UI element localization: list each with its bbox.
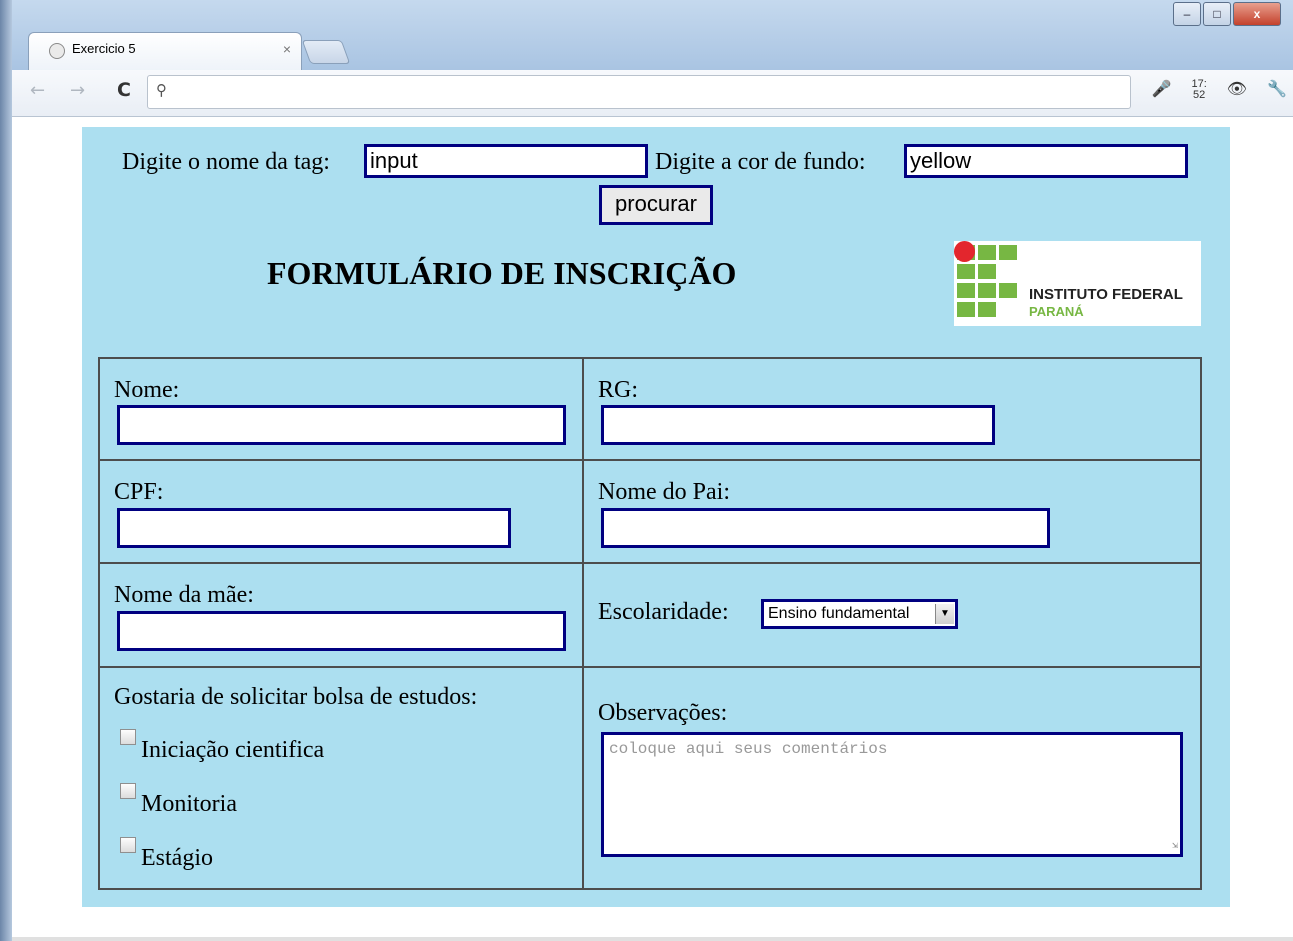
microphone-icon[interactable]: 🎤: [1152, 79, 1172, 101]
cell-nome-pai: Nome do Pai:: [582, 459, 1202, 564]
table-row: CPF: Nome do Pai:: [98, 459, 1202, 564]
clock-extension-icon[interactable]: 17: 52: [1191, 79, 1206, 101]
desktop-edge: [0, 0, 12, 941]
address-bar[interactable]: ⚲: [147, 75, 1131, 109]
table-row: Nome: RG:: [98, 357, 1202, 461]
page-title: FORMULÁRIO DE INSCRIÇÃO: [267, 255, 737, 291]
escolaridade-selected: Ensino fundamental: [768, 605, 910, 622]
cell-observacoes: Observações: coloque aqui seus comentári…: [582, 666, 1202, 890]
observacoes-placeholder: coloque aqui seus comentários: [609, 740, 888, 758]
resize-grip-icon[interactable]: ⇲: [1172, 840, 1178, 852]
monitoria-checkbox[interactable]: [120, 783, 136, 799]
estagio-label: Estágio: [141, 845, 213, 871]
forward-arrow-icon[interactable]: →: [70, 80, 85, 101]
escolaridade-label: Escolaridade:: [598, 599, 729, 625]
observacoes-textarea[interactable]: coloque aqui seus comentários ⇲: [601, 732, 1183, 857]
globe-icon: [49, 43, 65, 59]
back-arrow-icon[interactable]: ←: [30, 80, 45, 101]
logo-text-line2: PARANÁ: [1029, 304, 1084, 319]
logo-red-dot: [954, 241, 975, 262]
minimize-button[interactable]: –: [1173, 2, 1201, 26]
cpf-input[interactable]: [117, 508, 511, 548]
tag-name-input[interactable]: [364, 144, 648, 178]
new-tab-button[interactable]: [301, 40, 351, 64]
cell-nome-mae: Nome da mãe:: [98, 562, 584, 668]
close-window-button[interactable]: x: [1233, 2, 1281, 26]
cell-rg: RG:: [582, 357, 1202, 461]
cell-escolaridade: Escolaridade: Ensino fundamental ▼: [582, 562, 1202, 668]
content-panel: Digite o nome da tag: Digite a cor de fu…: [82, 127, 1230, 907]
observacoes-label: Observações:: [598, 700, 728, 726]
nome-pai-input[interactable]: [601, 508, 1050, 548]
cell-bolsa: Gostaria de solicitar bolsa de estudos: …: [98, 666, 584, 890]
nome-input[interactable]: [117, 405, 566, 445]
reload-icon[interactable]: C: [117, 79, 131, 101]
nome-mae-input[interactable]: [117, 611, 566, 651]
iniciacao-checkbox[interactable]: [120, 729, 136, 745]
nome-label: Nome:: [114, 377, 180, 403]
cell-nome: Nome:: [98, 357, 584, 461]
browser-toolbar: ← → C ⚲ 🎤 17: 52 👁 🔧: [12, 70, 1293, 117]
bg-color-label: Digite a cor de fundo:: [655, 149, 866, 175]
search-icon: ⚲: [156, 81, 167, 99]
tab-close-icon[interactable]: ×: [283, 41, 291, 57]
nome-mae-label: Nome da mãe:: [114, 582, 254, 608]
iniciacao-label: Iniciação cientifica: [141, 737, 325, 763]
estagio-checkbox[interactable]: [120, 837, 136, 853]
registration-form-table: Nome: RG: CPF: Nome do Pai: Nome da mãe:…: [98, 357, 1202, 890]
tag-name-label: Digite o nome da tag:: [122, 149, 330, 175]
table-row: Gostaria de solicitar bolsa de estudos: …: [98, 666, 1202, 890]
cell-cpf: CPF:: [98, 459, 584, 564]
table-row: Nome da mãe: Escolaridade: Ensino fundam…: [98, 562, 1202, 668]
nome-pai-label: Nome do Pai:: [598, 479, 730, 505]
bg-color-input[interactable]: [904, 144, 1188, 178]
bottom-edge: [12, 937, 1293, 941]
rg-label: RG:: [598, 377, 639, 403]
eye-icon[interactable]: 👁: [1227, 79, 1247, 101]
maximize-button[interactable]: □: [1203, 2, 1231, 26]
logo-text-line1: INSTITUTO FEDERAL: [1029, 286, 1183, 303]
rg-input[interactable]: [601, 405, 995, 445]
wrench-icon[interactable]: 🔧: [1267, 79, 1287, 101]
browser-tab[interactable]: Exercicio 5 ×: [28, 32, 302, 71]
procurar-button[interactable]: procurar: [599, 185, 713, 225]
ifpr-logo: INSTITUTO FEDERAL PARANÁ: [954, 241, 1201, 326]
window-controls: – □ x: [1173, 2, 1281, 26]
cpf-label: CPF:: [114, 479, 164, 505]
page-viewport: Digite o nome da tag: Digite a cor de fu…: [12, 117, 1293, 941]
escolaridade-select[interactable]: Ensino fundamental ▼: [761, 599, 958, 629]
toolbar-icons: 🎤 17: 52 👁 🔧: [1152, 79, 1287, 101]
chevron-down-icon[interactable]: ▼: [935, 604, 954, 624]
tab-title: Exercicio 5: [72, 41, 136, 56]
bolsa-label: Gostaria de solicitar bolsa de estudos:: [114, 684, 478, 710]
monitoria-label: Monitoria: [141, 791, 237, 817]
